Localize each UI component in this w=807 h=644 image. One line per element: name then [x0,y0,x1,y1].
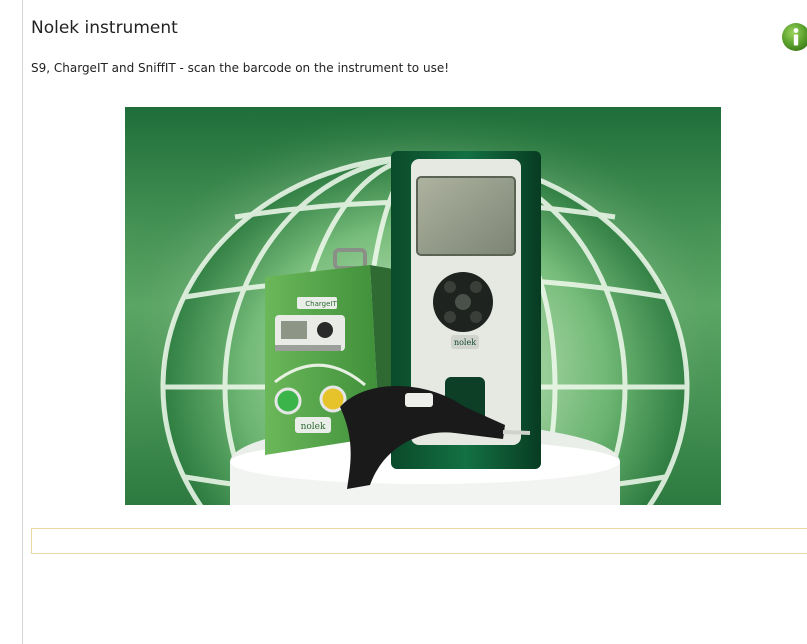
info-icon[interactable] [781,22,807,52]
instrument-panel: Nolek instrument S9, ChargeIT and SniffI… [22,0,807,644]
barcode-input[interactable] [31,528,807,554]
chargeit-brand-label: nolek [301,422,326,432]
chargeit-label: ChargeIT [305,300,337,308]
s9-brand-label: nolek [454,338,476,347]
instrument-photo: nolek ChargeIT nolek [125,107,721,505]
instruction-text: S9, ChargeIT and SniffIT - scan the barc… [31,61,450,75]
page-title: Nolek instrument [31,18,178,38]
